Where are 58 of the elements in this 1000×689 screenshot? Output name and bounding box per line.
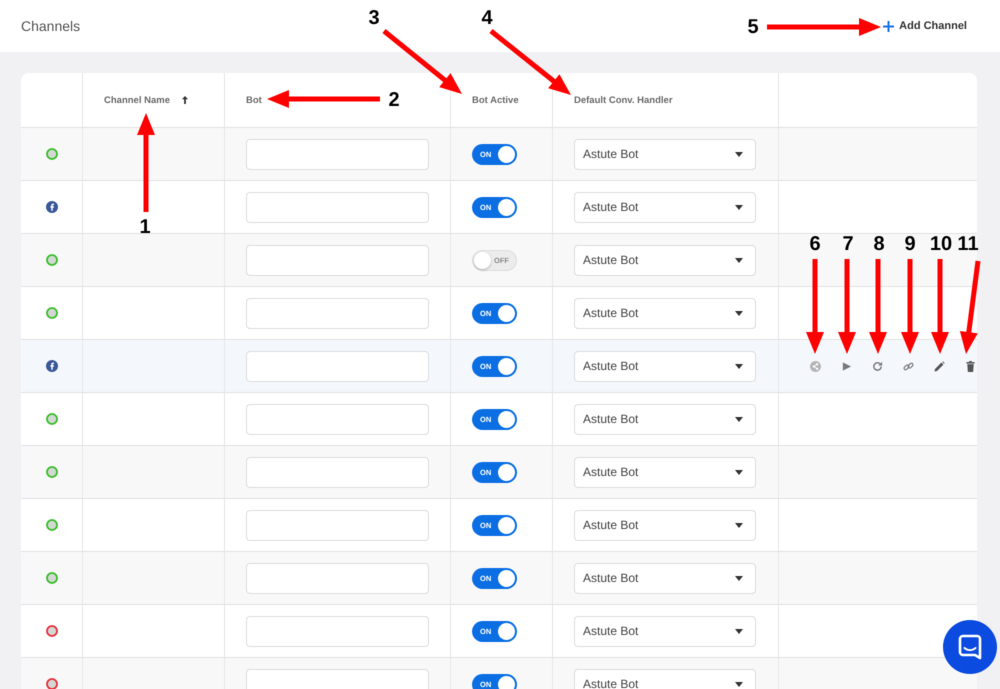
caret-icon — [735, 416, 743, 422]
annotation-number: 1 — [139, 216, 151, 238]
caret-icon — [735, 628, 743, 634]
annotation-number: 4 — [481, 7, 493, 29]
bot-input-field[interactable] — [246, 138, 429, 170]
annotation-number: 5 — [747, 16, 759, 38]
bot-input-field[interactable] — [246, 192, 429, 222]
sort-arrow-icon[interactable] — [182, 96, 188, 104]
column-header[interactable]: Default Conv. Handler — [574, 94, 673, 106]
add-channel-button[interactable]: Add Channel — [883, 18, 967, 34]
bot-input-field[interactable] — [246, 510, 429, 540]
handler-dropdown[interactable]: Astute Bot — [574, 298, 756, 328]
column-header[interactable]: Channel Name — [104, 94, 170, 106]
bot-input-field[interactable] — [246, 616, 429, 646]
handler-dropdown[interactable]: Astute Bot — [574, 456, 756, 488]
handler-dropdown[interactable]: Astute Bot — [574, 616, 756, 646]
caret-icon — [735, 204, 743, 210]
handler-dropdown[interactable]: Astute Bot — [574, 562, 756, 594]
annotation-number: 8 — [873, 233, 885, 255]
bot-input-field[interactable] — [246, 456, 429, 488]
page-title: Channels — [21, 18, 80, 34]
annotation-number: 6 — [809, 233, 821, 255]
trash-icon[interactable] — [965, 360, 976, 372]
handler-dropdown[interactable]: Astute Bot — [574, 350, 756, 382]
share-icon[interactable] — [810, 360, 821, 372]
caret-icon — [735, 152, 743, 156]
caret-icon — [735, 522, 743, 528]
play-icon[interactable] — [841, 360, 852, 372]
column-header[interactable]: Bot — [246, 94, 262, 106]
handler-dropdown[interactable]: Astute Bot — [574, 138, 756, 170]
caret-icon — [735, 364, 743, 368]
link-icon[interactable] — [903, 360, 914, 372]
handler-dropdown[interactable]: Astute Bot — [574, 668, 756, 689]
caret-icon — [735, 258, 743, 262]
chat-launcher-icon[interactable] — [943, 620, 997, 674]
bot-input-field[interactable] — [246, 350, 429, 382]
annotation-number: 9 — [904, 233, 916, 255]
bot-input-field[interactable] — [246, 404, 429, 434]
annotation-number: 10 — [930, 233, 952, 255]
refresh-icon[interactable] — [872, 360, 883, 372]
annotation-number: 7 — [842, 233, 854, 255]
caret-icon — [735, 682, 743, 686]
handler-dropdown[interactable]: Astute Bot — [574, 404, 756, 434]
caret-icon — [735, 576, 743, 580]
bot-input-field[interactable] — [246, 562, 429, 594]
bot-input-field[interactable] — [246, 244, 429, 276]
annotation-number: 3 — [368, 7, 380, 29]
caret-icon — [735, 470, 743, 474]
caret-icon — [735, 310, 743, 316]
annotation-number: 2 — [388, 89, 400, 111]
plus-icon — [883, 20, 894, 32]
pencil-icon[interactable] — [934, 360, 945, 372]
handler-dropdown[interactable]: Astute Bot — [574, 510, 756, 540]
column-header[interactable]: Bot Active — [472, 94, 519, 106]
bot-input-field[interactable] — [246, 298, 429, 328]
annotation-number: 11 — [957, 233, 979, 255]
handler-dropdown[interactable]: Astute Bot — [574, 192, 756, 222]
handler-dropdown[interactable]: Astute Bot — [574, 244, 756, 276]
